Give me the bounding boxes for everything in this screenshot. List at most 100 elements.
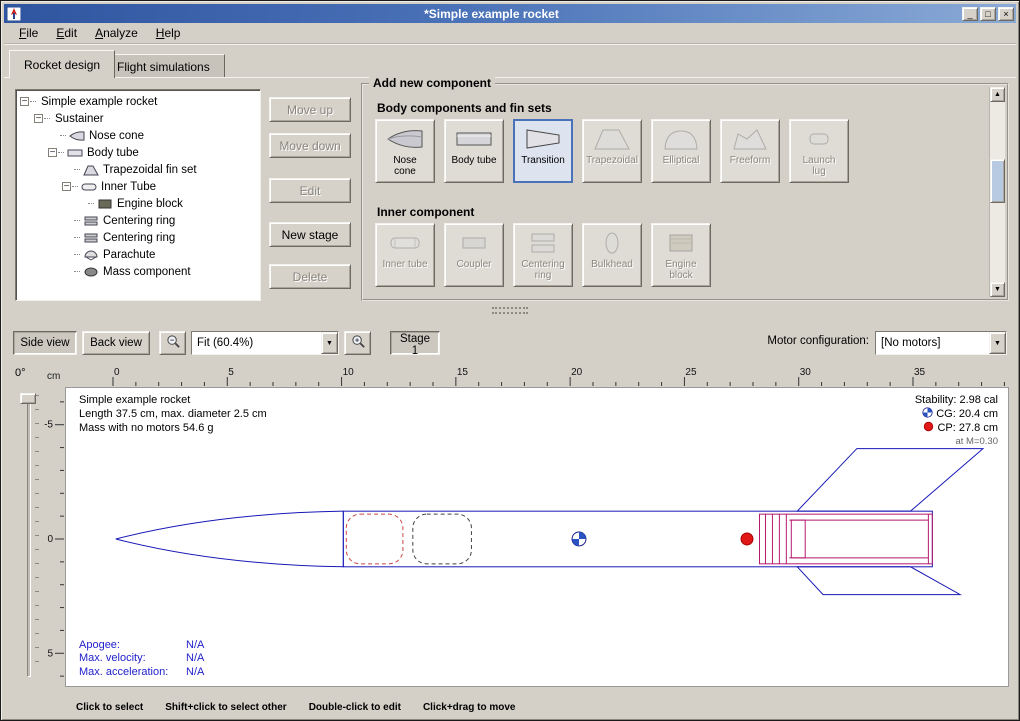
zoom-in-button[interactable] [344, 331, 371, 355]
tab-rocket-design[interactable]: Rocket design [9, 50, 115, 78]
rotation-slider-thumb[interactable] [20, 393, 36, 404]
side-view-button[interactable]: Side view [13, 331, 77, 355]
chevron-down-icon[interactable]: ▼ [989, 332, 1006, 354]
component-button-label: Inner tube [382, 259, 427, 270]
component-scrollbar[interactable]: ▲ ▼ [989, 87, 1005, 297]
tree-item-parachute[interactable]: Parachute [16, 246, 260, 263]
component-button-label: Elliptical [663, 155, 700, 166]
menu-help[interactable]: Help [147, 24, 190, 42]
scrollbar-thumb[interactable] [990, 159, 1005, 203]
back-view-button[interactable]: Back view [82, 331, 150, 355]
cg-value: 20.4 cm [959, 408, 998, 420]
tree-collapse-icon[interactable]: − [62, 182, 71, 191]
add-component-title: Add new component [369, 76, 495, 90]
cg-label: CG: [936, 408, 956, 420]
component-button-label: Transition [521, 155, 565, 166]
rocket-canvas[interactable]: Simple example rocket Length 37.5 cm, ma… [65, 387, 1009, 687]
tab-flight-simulations[interactable]: Flight simulations [102, 54, 225, 78]
new-stage-button[interactable]: New stage [269, 222, 351, 247]
add-nose-cone-button[interactable]: Nose cone [375, 119, 435, 183]
rocket-info: Simple example rocket Length 37.5 cm, ma… [79, 393, 267, 435]
zoom-select[interactable]: Fit (60.4%) ▼ [191, 331, 339, 355]
tree-item-body-tube[interactable]: −Body tube [16, 144, 260, 161]
max-acceleration-value: N/A [186, 666, 204, 678]
add-transition-button[interactable]: Transition [513, 119, 573, 183]
scroll-down-icon[interactable]: ▼ [990, 282, 1005, 297]
titlebar[interactable]: *Simple example rocket _ □ × [4, 4, 1016, 23]
move-up-button: Move up [269, 97, 351, 122]
parachute-icon [82, 249, 100, 261]
hint-double-click: Double-click to edit [309, 702, 401, 713]
cp-legend-icon [923, 421, 934, 432]
tree-item-simple-example-rocket[interactable]: − Simple example rocket [16, 93, 260, 110]
zoom-in-icon [351, 334, 366, 349]
close-button[interactable]: × [998, 7, 1014, 21]
tree-collapse-icon[interactable]: − [20, 97, 29, 106]
tree-item-mass-component[interactable]: Mass component [16, 263, 260, 280]
body-components-row: Nose cone Body tube Transition Trapezoidal E… [375, 119, 849, 183]
tree-item-nose-cone[interactable]: Nose cone [16, 127, 260, 144]
openrocket-window: *Simple example rocket _ □ × File Edit A… [0, 0, 1020, 721]
engine-block-icon [96, 198, 114, 210]
hint-click-drag: Click+drag to move [423, 702, 516, 713]
zoom-select-value: Fit (60.4%) [192, 337, 321, 349]
body-components-label: Body components and fin sets [377, 101, 552, 115]
centering-ring-icon [82, 215, 100, 227]
mass-component-outline[interactable] [413, 514, 472, 564]
fin-lower[interactable] [797, 567, 960, 595]
tree-item-label: Sustainer [55, 113, 104, 125]
splitter-grip [492, 307, 528, 309]
panel-splitter[interactable] [4, 304, 1016, 322]
tree-item-centering-ring[interactable]: Centering ring [16, 229, 260, 246]
freeform-fin-icon [730, 125, 770, 153]
vertical-ruler: -505 [41, 387, 65, 687]
tree-item-sustainer[interactable]: − Sustainer [16, 110, 260, 127]
inner-tube-icon [80, 181, 98, 193]
menu-analyze[interactable]: Analyze [86, 24, 147, 42]
svg-text:0: 0 [47, 534, 53, 545]
cp-label: CP: [937, 422, 955, 434]
component-tree[interactable]: − Simple example rocket − Sustainer Nose con… [15, 89, 261, 301]
svg-text:10: 10 [343, 367, 355, 378]
tree-connector [30, 101, 36, 102]
tree-item-label: Centering ring [103, 215, 175, 227]
rocket-name: Simple example rocket [79, 393, 267, 407]
add-coupler-button: Coupler [444, 223, 504, 287]
menu-file[interactable]: File [10, 24, 47, 42]
zoom-out-button[interactable] [159, 331, 186, 355]
tree-item-inner-tube[interactable]: −Inner Tube [16, 178, 260, 195]
motor-config-label: Motor configuration: [767, 335, 869, 347]
window-title: *Simple example rocket [21, 7, 962, 21]
tree-item-centering-ring[interactable]: Centering ring [16, 212, 260, 229]
fin-upper[interactable] [797, 449, 983, 512]
fin-set-icon [82, 164, 100, 176]
component-button-label: Trapezoidal [586, 155, 638, 166]
inner-tube-assembly[interactable] [760, 514, 933, 564]
motor-config-select[interactable]: [No motors] ▼ [875, 331, 1007, 355]
elliptical-fin-icon [661, 125, 701, 153]
scroll-up-icon[interactable]: ▲ [990, 87, 1005, 102]
centering-ring-icon [523, 229, 563, 257]
component-button-label: Nose cone [382, 155, 428, 177]
chevron-down-icon[interactable]: ▼ [321, 332, 338, 354]
apogee-value: N/A [186, 639, 204, 651]
inner-components-row: Inner tubeCouplerCentering ringBulkheadE… [375, 223, 711, 287]
stability-info: Stability: 2.98 cal CG: 20.4 cm CP: 27.8… [915, 393, 998, 449]
add-body-tube-button[interactable]: Body tube [444, 119, 504, 183]
minimize-button[interactable]: _ [962, 7, 978, 21]
tree-collapse-icon[interactable]: − [48, 148, 57, 157]
rocket-outline[interactable] [116, 449, 983, 595]
tree-item-engine-block[interactable]: Engine block [16, 195, 260, 212]
body-tube-icon [66, 147, 84, 159]
tree-item-trapezoidal-fin-set[interactable]: Trapezoidal fin set [16, 161, 260, 178]
rotation-slider[interactable] [27, 393, 31, 677]
tree-collapse-icon[interactable]: − [34, 114, 43, 123]
centering-ring-icon [82, 232, 100, 244]
mass-component-icon [82, 266, 100, 278]
tree-item-label: Simple example rocket [41, 96, 157, 108]
stage-1-toggle[interactable]: Stage 1 [390, 331, 440, 355]
maximize-button[interactable]: □ [980, 7, 996, 21]
parachute-outline[interactable] [346, 514, 403, 564]
flight-data: Apogee:N/A Max. velocity:N/A Max. accele… [79, 639, 204, 680]
menu-edit[interactable]: Edit [47, 24, 86, 42]
